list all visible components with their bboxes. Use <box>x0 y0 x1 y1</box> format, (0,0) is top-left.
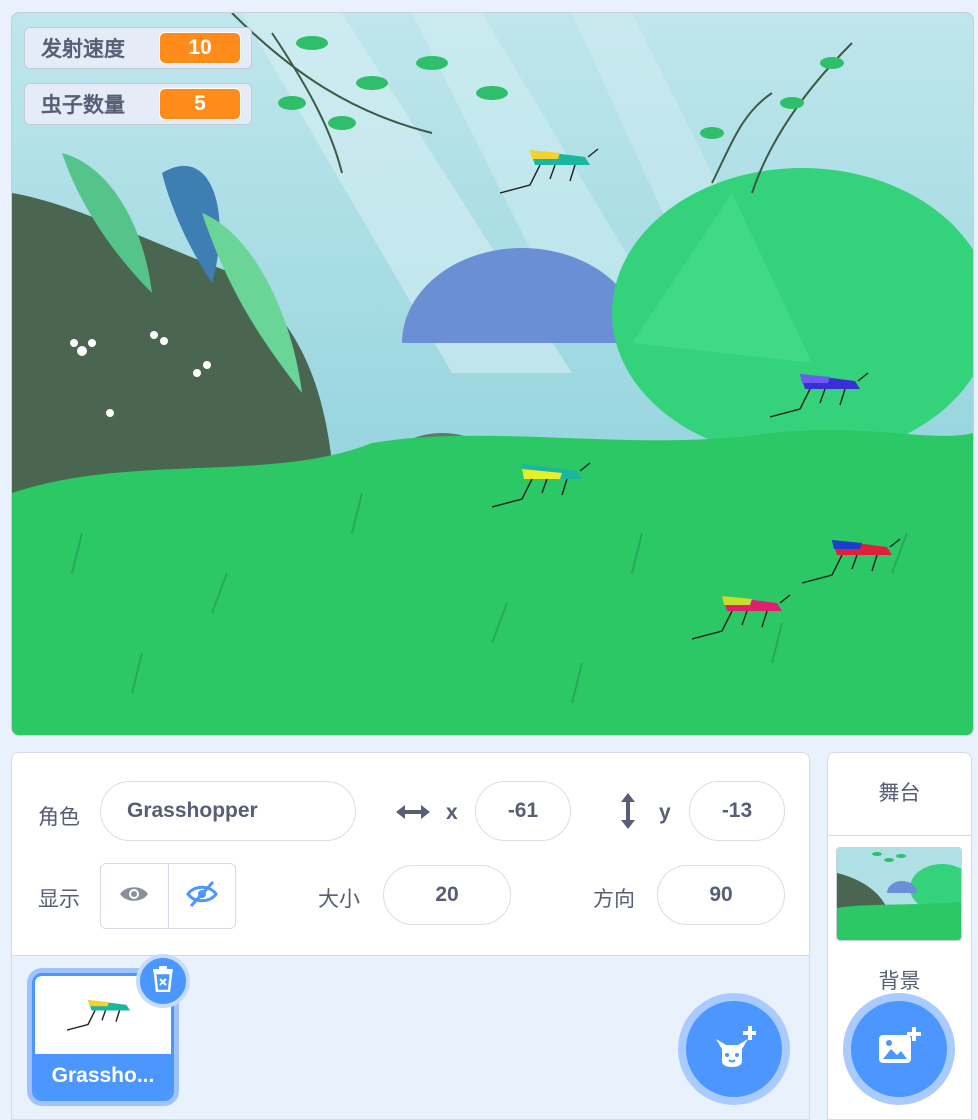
cat-plus-icon <box>712 1025 757 1074</box>
stage-selector[interactable]: 舞台 背景 <box>827 752 972 1120</box>
eye-icon <box>119 884 149 909</box>
sprite-tile-name: Grassho... <box>35 1054 171 1098</box>
size-input[interactable]: 20 <box>383 865 511 925</box>
sprite-pane: 角色 Grasshopper x -61 y -13 显示 大小 20 方向 9… <box>11 752 810 1120</box>
direction-label: 方向 <box>593 888 635 911</box>
grasshopper-sprite[interactable] <box>692 591 792 641</box>
y-position-input[interactable]: -13 <box>689 781 785 841</box>
y-label: y <box>659 801 671 824</box>
monitor-label: 虫子数量 <box>41 94 125 117</box>
monitor-value: 5 <box>159 88 241 120</box>
eye-slash-icon <box>185 880 218 913</box>
trash-icon <box>152 965 174 997</box>
stage-title: 舞台 <box>828 753 971 836</box>
backdrops-label: 背景 <box>878 970 921 993</box>
sprite-thumbnail <box>67 1000 130 1031</box>
monitor-label: 发射速度 <box>41 38 125 61</box>
sprite-label: 角色 <box>38 806 80 829</box>
image-plus-icon <box>877 1026 921 1072</box>
size-label: 大小 <box>318 888 360 911</box>
x-position-input[interactable]: -61 <box>475 781 571 841</box>
grasshopper-sprite[interactable] <box>492 459 592 509</box>
variable-monitor-launch-speed[interactable]: 发射速度 10 <box>24 27 252 69</box>
x-label: x <box>446 801 458 824</box>
show-label: 显示 <box>38 888 80 911</box>
variable-monitor-bug-count[interactable]: 虫子数量 5 <box>24 83 252 125</box>
show-sprite-button[interactable] <box>101 864 168 928</box>
hide-sprite-button[interactable] <box>167 864 236 928</box>
monitor-value: 10 <box>159 32 241 64</box>
grasshopper-sprite[interactable] <box>802 535 902 585</box>
sprite-name-input[interactable]: Grasshopper <box>100 781 356 841</box>
choose-sprite-button[interactable] <box>686 1001 782 1097</box>
backdrop-thumbnail[interactable] <box>836 847 962 941</box>
choose-backdrop-button[interactable] <box>851 1001 947 1097</box>
delete-sprite-button[interactable] <box>136 954 190 1008</box>
horizontal-arrows-icon <box>396 799 430 825</box>
vertical-arrows-icon <box>616 793 640 829</box>
direction-input[interactable]: 90 <box>657 865 785 925</box>
grasshopper-sprite[interactable] <box>770 369 870 419</box>
stage-canvas[interactable]: 发射速度 10 虫子数量 5 <box>11 12 974 736</box>
visibility-toggle <box>100 863 236 929</box>
sprite-info-panel: 角色 Grasshopper x -61 y -13 显示 大小 20 方向 9… <box>12 753 809 956</box>
grasshopper-sprite[interactable] <box>500 145 600 195</box>
